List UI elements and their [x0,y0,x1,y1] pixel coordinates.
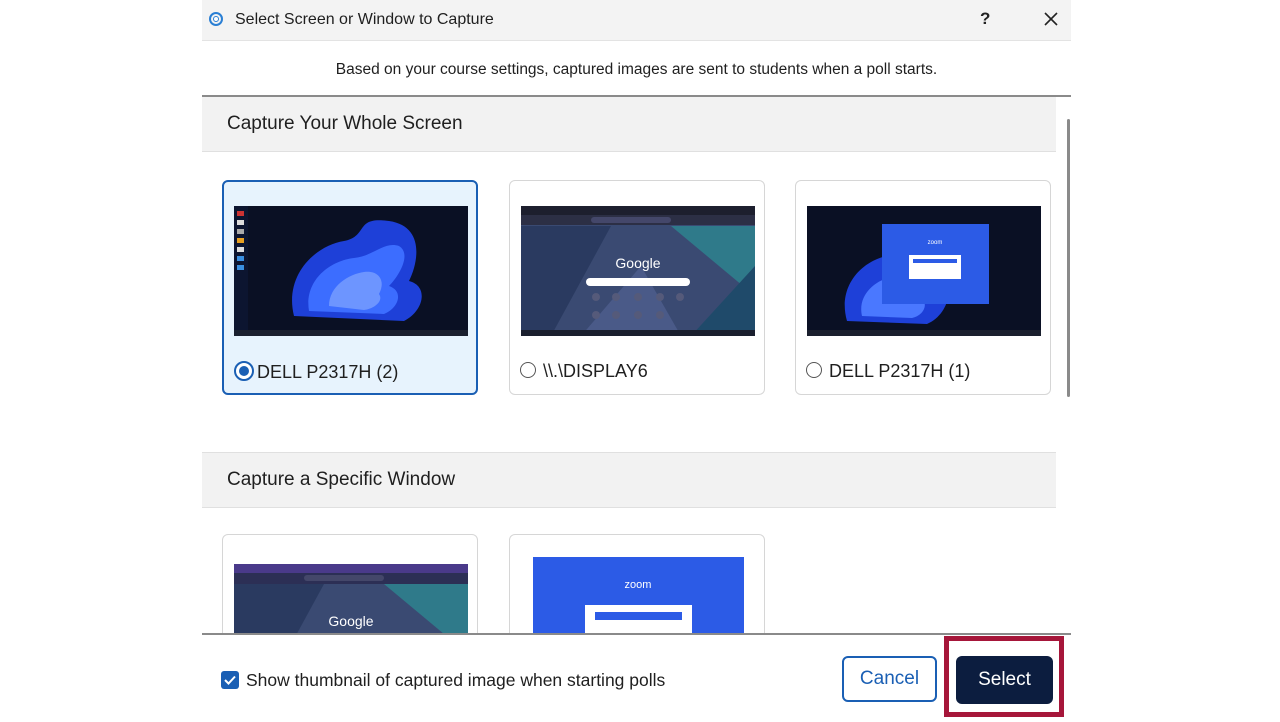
tile-label: DELL P2317H (2) [257,362,399,382]
window-tile-google[interactable]: Google [222,534,478,635]
screen-tile-dell-2[interactable]: DELL P2317H (2) [222,180,478,395]
section-header-specific-window: Capture a Specific Window [202,452,1056,508]
app-logo-icon [209,12,223,26]
capture-dialog: Select Screen or Window to Capture ? Bas… [202,0,1071,722]
dialog-footer: Show thumbnail of captured image when st… [202,633,1071,722]
show-thumbnail-checkbox[interactable] [221,671,239,689]
screen-tile-display6[interactable]: Google \\.\DISPLAY6 [509,180,765,395]
zoom-logo: zoom [625,579,652,591]
tile-label: DELL P2317H (1) [829,361,971,381]
show-thumbnail-label: Show thumbnail of captured image when st… [246,670,666,690]
help-button[interactable]: ? [980,9,990,29]
section-heading: Capture Your Whole Screen [227,113,463,134]
window-thumbnail-zoom: zoom [533,550,744,635]
window-title: Select Screen or Window to Capture [235,11,494,28]
cancel-button[interactable]: Cancel [842,656,937,702]
tile-radio[interactable] [520,362,536,378]
close-icon[interactable] [1041,9,1061,29]
section-header-whole-screen: Capture Your Whole Screen [202,97,1056,152]
screen-thumbnail-dell-1: zoom [807,206,1041,336]
screen-tile-dell-1[interactable]: zoom DELL P2317H (1) [795,180,1051,395]
tile-label: \\.\DISPLAY6 [543,361,648,381]
select-button[interactable]: Select [956,656,1053,704]
tile-radio-selected[interactable] [234,361,254,381]
course-settings-notice: Based on your course settings, captured … [335,61,938,78]
zoom-logo: zoom [928,240,943,246]
window-thumbnail-google: Google [234,564,468,635]
title-bar: Select Screen or Window to Capture ? [202,0,1071,41]
checkmark-icon [224,675,236,685]
google-logo: Google [615,255,660,271]
screen-thumbnail-dell-2 [234,206,468,336]
tile-radio[interactable] [806,362,822,378]
capture-source-list[interactable]: Capture Your Whole Screen DELL P2317H (2 [202,95,1071,635]
screen-thumbnail-display6: Google [521,206,755,336]
scrollbar-thumb[interactable] [1067,119,1070,397]
window-tile-zoom[interactable]: zoom [509,534,765,635]
section-heading: Capture a Specific Window [227,469,456,490]
google-logo: Google [328,613,373,629]
